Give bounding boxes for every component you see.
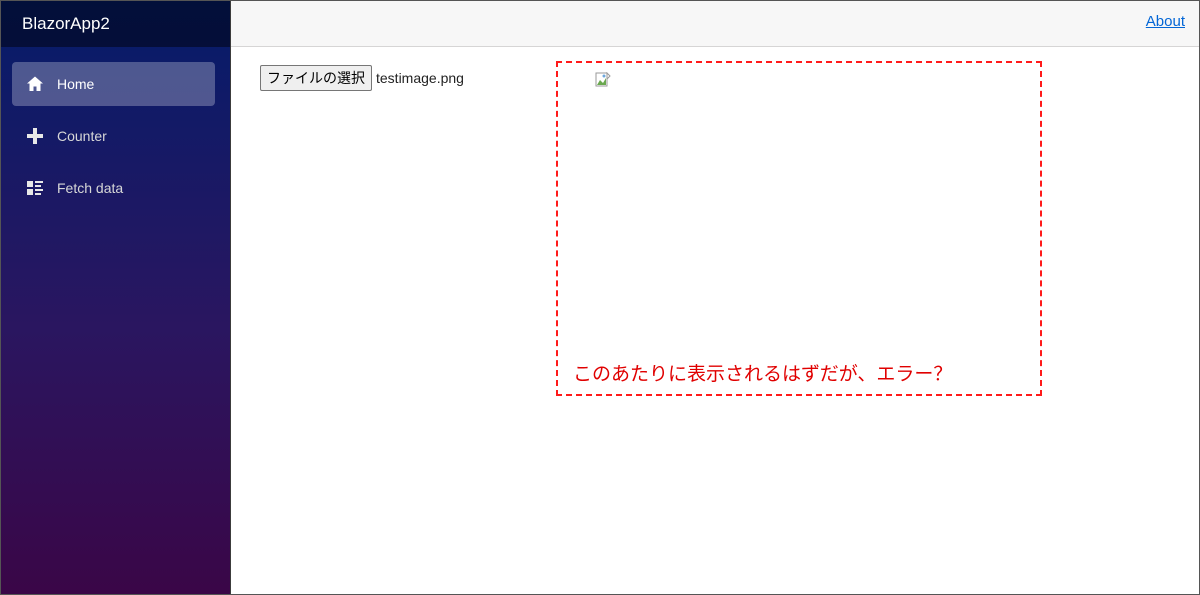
home-icon xyxy=(26,75,44,93)
selected-file-name: testimage.png xyxy=(376,70,464,86)
annotation-box: このあたりに表示されるはずだが、エラー？ xyxy=(556,61,1042,396)
sidebar-item-label: Fetch data xyxy=(57,180,124,196)
nav-menu: Home Counter Fetch data xyxy=(1,47,230,210)
brand-bar: BlazorApp2 xyxy=(1,1,230,47)
sidebar-item-counter[interactable]: Counter xyxy=(12,114,215,158)
sidebar-item-label: Counter xyxy=(57,128,107,144)
broken-image-icon xyxy=(595,71,611,88)
sidebar-item-home[interactable]: Home xyxy=(12,62,215,106)
sidebar-item-label: Home xyxy=(57,76,95,92)
annotation-text: このあたりに表示されるはずだが、エラー？ xyxy=(573,363,953,385)
main-content: ファイルの選択 testimage.png このあたりに表示されるはずだが、エラ… xyxy=(231,47,1199,594)
sidebar-item-fetch-data[interactable]: Fetch data xyxy=(12,166,215,210)
brand-link[interactable]: BlazorApp2 xyxy=(22,14,110,34)
top-row: About xyxy=(231,1,1199,47)
app-window: BlazorApp2 Home Counter Fetch data About… xyxy=(0,0,1200,595)
about-link[interactable]: About xyxy=(1146,13,1185,30)
plus-icon xyxy=(26,127,44,145)
sidebar: BlazorApp2 Home Counter Fetch data xyxy=(1,1,231,594)
list-rich-icon xyxy=(26,179,44,197)
file-input[interactable]: ファイルの選択 testimage.png xyxy=(260,65,464,91)
choose-file-button[interactable]: ファイルの選択 xyxy=(260,65,372,91)
